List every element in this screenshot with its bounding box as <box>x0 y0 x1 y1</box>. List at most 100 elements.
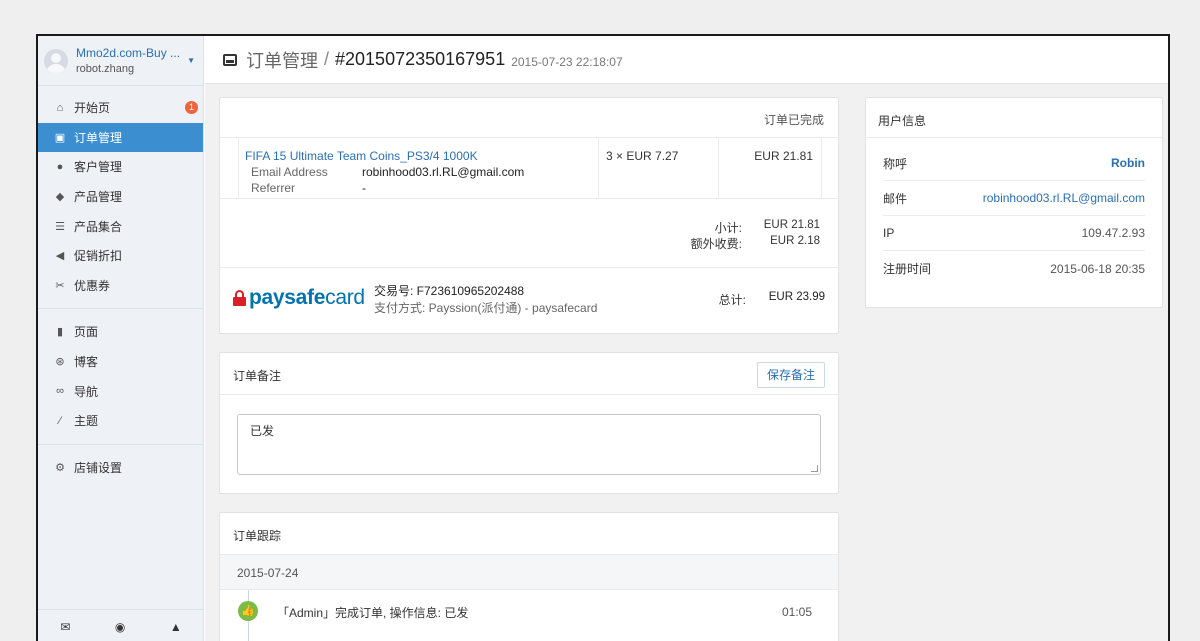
caret-down-icon[interactable]: ▼ <box>187 56 195 65</box>
sidebar-item-coupons[interactable]: ✂ 优惠券 <box>38 271 203 301</box>
sidebar-nav: ⌂ 开始页 1 ▣ 订单管理 ● 客户管理 ◆ 产品管理 ☰ 产品集合 ◀ 促销… <box>38 86 203 482</box>
total-label: 总计: <box>718 293 746 307</box>
sidebar-item-collections[interactable]: ☰ 产品集合 <box>38 211 203 241</box>
sidebar: Mmo2d.com-Buy ... robot.zhang ▼ ⌂ 开始页 1 … <box>38 36 204 641</box>
home-icon: ⌂ <box>56 101 64 114</box>
user-info-label: 邮件 <box>883 191 908 206</box>
sidebar-item-pages[interactable]: ▮ 页面 <box>38 317 203 347</box>
attr-label: Email Address <box>251 165 328 179</box>
bullhorn-icon: ◀ <box>55 250 65 263</box>
breadcrumb-section[interactable]: 订单管理 <box>246 47 318 73</box>
item-quantity: 3 × EUR 7.27 <box>606 149 679 163</box>
thumbs-up-icon: 👍 <box>238 601 258 621</box>
tags-icon: ◆ <box>55 191 65 204</box>
user-info-row: 称呼 Robin <box>883 146 1145 181</box>
sidebar-footer: ✉ ◉ ▲ <box>38 609 204 641</box>
user-info-row: 注册时间 2015-06-18 20:35 <box>883 251 1145 286</box>
sidebar-item-themes[interactable]: ⁄ 主题 <box>38 406 203 436</box>
scissors-icon: ✂ <box>55 279 65 292</box>
attr-value: - <box>362 181 366 195</box>
account-text: Mmo2d.com-Buy ... robot.zhang <box>76 46 183 75</box>
attr-value: robinhood03.rl.RL@gmail.com <box>362 165 525 179</box>
nav-divider <box>38 308 203 310</box>
product-link[interactable]: FIFA 15 Ultimate Team Coins_PS3/4 1000K <box>245 149 478 163</box>
sidebar-item-settings[interactable]: ⚙ 店铺设置 <box>38 453 203 483</box>
paysafecard-logo: paysafe card <box>233 286 365 310</box>
sidebar-item-home[interactable]: ⌂ 开始页 1 <box>38 93 203 123</box>
page-title: #2015072350167951 <box>335 49 506 69</box>
link-icon: ∞ <box>56 385 64 398</box>
payment-section: paysafe card 交易号: F723610965202488 支付方式: … <box>220 268 838 333</box>
total-value: EUR 23.99 <box>768 291 825 303</box>
user-info-card: 用户信息 称呼 Robin 邮件 robinhood03.rl.RL@gmail… <box>865 97 1163 308</box>
fee-value: EUR 2.18 <box>770 235 820 247</box>
nav-divider <box>38 443 203 445</box>
bell-icon[interactable]: ▲ <box>170 620 182 634</box>
wechat-icon[interactable]: ✉ <box>60 620 70 634</box>
sidebar-item-label: 促销折扣 <box>74 249 123 264</box>
subtotal-section: 小计: EUR 21.81 额外收费: EUR 2.18 <box>220 199 838 268</box>
sidebar-item-label: 客户管理 <box>74 160 123 175</box>
main-content: 订单管理 / #2015072350167951 2015-07-23 22:1… <box>205 36 1168 641</box>
sidebar-item-blog[interactable]: ⊛ 博客 <box>38 347 203 377</box>
save-note-button[interactable]: 保存备注 <box>756 362 825 388</box>
order-tracking-card: 订单跟踪 2015-07-24 👍 「Admin」完成订单, 操作信息: 已发 … <box>219 512 839 641</box>
notification-badge: 1 <box>185 101 198 114</box>
event-time: 01:05 <box>781 605 812 619</box>
sidebar-item-label: 店铺设置 <box>74 460 123 475</box>
shop-name: Mmo2d.com-Buy ... <box>76 46 181 60</box>
user-name: robot.zhang <box>76 63 135 75</box>
sidebar-item-label: 页面 <box>74 325 99 340</box>
note-text: 已发 <box>250 424 275 438</box>
sidebar-item-discounts[interactable]: ◀ 促销折扣 <box>38 241 203 271</box>
attr-label: Referrer <box>251 181 296 195</box>
user-info-label: IP <box>883 226 895 240</box>
sidebar-item-label: 导航 <box>74 384 99 399</box>
sidebar-item-orders[interactable]: ▣ 订单管理 <box>38 122 203 153</box>
sidebar-item-label: 主题 <box>74 414 99 429</box>
line-item-row: FIFA 15 Ultimate Team Coins_PS3/4 1000K … <box>220 138 838 199</box>
file-icon: ▮ <box>56 326 64 339</box>
fee-label: 额外收费: <box>690 237 742 251</box>
user-icon: ● <box>56 160 64 173</box>
user-info-list: 称呼 Robin 邮件 robinhood03.rl.RL@gmail.com … <box>866 138 1162 286</box>
customer-email-link[interactable]: robinhood03.rl.RL@gmail.com <box>983 191 1145 205</box>
event-text: 「Admin」完成订单, 操作信息: 已发 <box>277 606 469 620</box>
subtotal-value: EUR 21.81 <box>763 219 820 231</box>
device-frame: Mmo2d.com-Buy ... robot.zhang ▼ ⌂ 开始页 1 … <box>0 0 1200 641</box>
account-switcher[interactable]: Mmo2d.com-Buy ... robot.zhang ▼ <box>38 36 203 86</box>
user-info-row: IP 109.47.2.93 <box>883 216 1145 251</box>
inbox-icon: ▣ <box>54 131 66 144</box>
lock-icon <box>233 290 246 306</box>
order-summary-card: 订单已完成 FIFA 15 Ultimate Team Coins_PS3/4 … <box>219 97 839 334</box>
sidebar-item-label: 开始页 <box>74 101 111 116</box>
card-title: 订单跟踪 <box>233 529 282 543</box>
sidebar-item-customers[interactable]: ● 客户管理 <box>38 152 203 182</box>
registration-time: 2015-06-18 20:35 <box>1050 261 1145 276</box>
transaction-id: 交易号: F723610965202488 <box>374 284 525 298</box>
user-info-label: 注册时间 <box>883 262 932 276</box>
list-icon: ☰ <box>55 220 65 233</box>
note-textarea[interactable]: 已发 <box>237 414 821 475</box>
order-status: 订单已完成 <box>220 98 838 138</box>
card-title: 用户信息 <box>866 98 1162 138</box>
item-line-total: EUR 21.81 <box>754 149 813 163</box>
order-note-card: 订单备注 保存备注 已发 <box>219 352 839 494</box>
payment-method: 支付方式: Payssion(派付通) - paysafecard <box>374 301 598 315</box>
customer-ip: 109.47.2.93 <box>1081 226 1145 240</box>
sidebar-item-navigation[interactable]: ∞ 导航 <box>38 376 203 406</box>
user-info-row: 邮件 robinhood03.rl.RL@gmail.com <box>883 181 1145 216</box>
sidebar-item-products[interactable]: ◆ 产品管理 <box>38 182 203 212</box>
customer-name-link[interactable]: Robin <box>1111 156 1145 170</box>
user-info-label: 称呼 <box>883 156 908 171</box>
breadcrumb-separator: / <box>324 49 330 69</box>
card-header: 订单备注 保存备注 <box>220 353 838 395</box>
wordpress-icon: ⊛ <box>55 356 65 369</box>
inbox-icon <box>223 53 237 66</box>
gear-icon: ⚙ <box>55 461 65 474</box>
subtotal-label: 小计: <box>714 221 742 235</box>
app-window: Mmo2d.com-Buy ... robot.zhang ▼ ⌂ 开始页 1 … <box>36 34 1170 641</box>
resize-handle[interactable] <box>811 465 818 472</box>
eye-icon[interactable]: ◉ <box>115 620 125 634</box>
page-header: 订单管理 / #2015072350167951 2015-07-23 22:1… <box>205 36 1168 84</box>
